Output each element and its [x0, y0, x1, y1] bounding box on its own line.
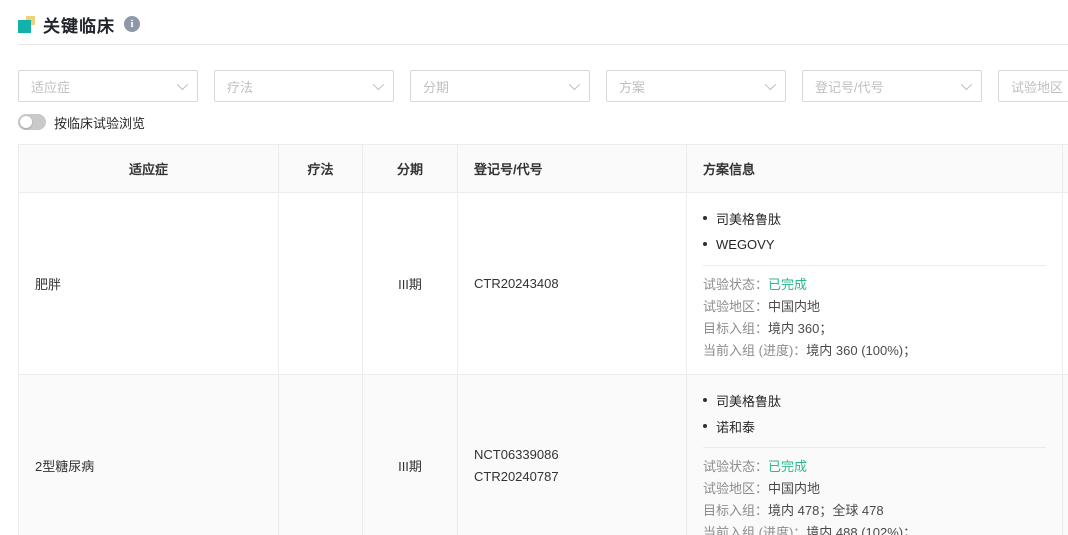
drug-list-item: 司美格鲁肽: [703, 205, 1062, 231]
col-header-truncated: [1063, 145, 1068, 193]
plan-divider: [703, 447, 1046, 448]
filter-phase-placeholder: 分期: [423, 77, 449, 96]
cell-phase: III期: [363, 375, 458, 535]
chevron-down-icon: [373, 79, 384, 90]
page-title: 关键临床: [43, 12, 115, 37]
target-enrollment-value: 境内 478；全球 478: [768, 503, 884, 518]
target-enrollment-line: 目标入组：境内 478；全球 478: [703, 500, 1062, 522]
col-header-therapy: 疗法: [279, 145, 363, 193]
browse-toggle-label: 按临床试验浏览: [54, 113, 145, 132]
chevron-down-icon: [177, 79, 188, 90]
section-header: 关键临床 i: [0, 0, 1068, 35]
current-enrollment-value: 境内 360 (100%)；: [806, 343, 916, 358]
section-title-icon: [18, 16, 35, 33]
drug-list-item: WEGOVY: [703, 231, 1062, 257]
registration-number: NCT06339086: [474, 444, 670, 466]
cell-therapy: [279, 193, 363, 375]
clinical-table: 适应症 疗法 分期 登记号/代号 方案信息 肥胖 III期 CTR2024340…: [18, 144, 1068, 535]
filter-therapy[interactable]: 疗法: [214, 70, 394, 102]
bullet-icon: [703, 424, 707, 428]
header-divider: [18, 44, 1068, 45]
trial-status-value: 已完成: [768, 277, 807, 292]
drug-name-link[interactable]: 诺和泰: [716, 417, 755, 436]
table-row: 2型糖尿病 III期 NCT06339086 CTR20240787 司美格鲁肽: [19, 375, 1068, 535]
bullet-icon: [703, 398, 707, 402]
trial-region-value: 中国内地: [768, 481, 820, 496]
bullet-icon: [703, 216, 707, 220]
chevron-down-icon: [569, 79, 580, 90]
trial-status-label: 试验状态：: [703, 459, 768, 474]
current-enrollment-line: 当前入组 (进度)：境内 488 (102%)；: [703, 522, 1062, 535]
current-enrollment-value: 境内 488 (102%)；: [806, 525, 916, 535]
plan-divider: [703, 265, 1046, 266]
filter-indication[interactable]: 适应症: [18, 70, 198, 102]
col-header-phase: 分期: [363, 145, 458, 193]
filter-indication-placeholder: 适应症: [31, 77, 70, 96]
target-enrollment-label: 目标入组：: [703, 503, 768, 518]
browse-by-trial-toggle[interactable]: [18, 114, 46, 130]
cell-therapy: [279, 375, 363, 535]
info-icon[interactable]: i: [124, 16, 140, 32]
target-enrollment-label: 目标入组：: [703, 321, 768, 336]
title-icon-teal-square: [18, 20, 31, 33]
filter-bar: 适应症 疗法 分期 方案 登记号/代号 试验地区: [0, 70, 1068, 102]
chevron-down-icon: [961, 79, 972, 90]
chevron-down-icon: [765, 79, 776, 90]
trial-region-label: 试验地区：: [703, 481, 768, 496]
cell-truncated: [1063, 193, 1068, 375]
table-row: 肥胖 III期 CTR20243408 司美格鲁肽 WEGOVY: [19, 193, 1068, 375]
cell-phase: III期: [363, 193, 458, 375]
current-enrollment-line: 当前入组 (进度)：境内 360 (100%)；: [703, 340, 1062, 362]
target-enrollment-line: 目标入组：境内 360；: [703, 318, 1062, 340]
trial-status-value: 已完成: [768, 459, 807, 474]
col-header-registration: 登记号/代号: [458, 145, 687, 193]
cell-indication: 2型糖尿病: [19, 375, 279, 535]
trial-region-line: 试验地区：中国内地: [703, 478, 1062, 500]
registration-number: CTR20243408: [474, 273, 670, 295]
clinical-table-wrap: 适应症 疗法 分期 登记号/代号 方案信息 肥胖 III期 CTR2024340…: [18, 144, 1068, 535]
trial-region-line: 试验地区：中国内地: [703, 296, 1062, 318]
current-enrollment-label: 当前入组 (进度)：: [703, 343, 806, 358]
target-enrollment-value: 境内 360；: [768, 321, 832, 336]
trial-region-label: 试验地区：: [703, 299, 768, 314]
toggle-knob: [20, 116, 32, 128]
key-clinical-panel: 关键临床 i 适应症 疗法 分期 方案 登记号/代号 试验地区: [0, 0, 1068, 535]
bullet-icon: [703, 242, 707, 246]
registration-number: CTR20240787: [474, 466, 670, 488]
drug-name-link[interactable]: WEGOVY: [716, 237, 775, 252]
cell-plan-info: 司美格鲁肽 诺和泰 试验状态：已完成 试验地区：中国内地: [687, 375, 1063, 535]
drug-list-item: 诺和泰: [703, 413, 1062, 439]
cell-truncated: [1063, 375, 1068, 535]
filter-plan-placeholder: 方案: [619, 77, 645, 96]
filter-region-placeholder: 试验地区: [1011, 77, 1063, 96]
col-header-plan: 方案信息: [687, 145, 1063, 193]
filter-plan[interactable]: 方案: [606, 70, 786, 102]
cell-indication: 肥胖: [19, 193, 279, 375]
col-header-indication: 适应症: [19, 145, 279, 193]
drug-list-item: 司美格鲁肽: [703, 387, 1062, 413]
browse-toggle-row: 按临床试验浏览: [0, 112, 1068, 132]
trial-status-line: 试验状态：已完成: [703, 274, 1062, 296]
trial-status-line: 试验状态：已完成: [703, 456, 1062, 478]
trial-region-value: 中国内地: [768, 299, 820, 314]
current-enrollment-label: 当前入组 (进度)：: [703, 525, 806, 535]
filter-registration-placeholder: 登记号/代号: [815, 77, 884, 96]
drug-name-link[interactable]: 司美格鲁肽: [716, 209, 781, 228]
trial-status-label: 试验状态：: [703, 277, 768, 292]
filter-therapy-placeholder: 疗法: [227, 77, 253, 96]
cell-registration: NCT06339086 CTR20240787: [458, 375, 687, 535]
drug-name-link[interactable]: 司美格鲁肽: [716, 391, 781, 410]
filter-registration[interactable]: 登记号/代号: [802, 70, 982, 102]
table-header-row: 适应症 疗法 分期 登记号/代号 方案信息: [19, 145, 1068, 193]
cell-plan-info: 司美格鲁肽 WEGOVY 试验状态：已完成 试验地区：中国内地: [687, 193, 1063, 375]
filter-phase[interactable]: 分期: [410, 70, 590, 102]
cell-registration: CTR20243408: [458, 193, 687, 375]
filter-region[interactable]: 试验地区: [998, 70, 1068, 102]
